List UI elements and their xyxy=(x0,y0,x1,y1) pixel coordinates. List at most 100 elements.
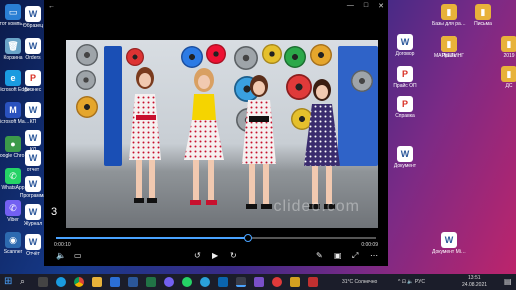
saw-disc xyxy=(351,70,373,92)
system-tray[interactable]: ^ ⊡ 🔈 РУС xyxy=(398,279,425,290)
word-doc-icon-4: W xyxy=(25,130,41,146)
viber-taskbar-icon[interactable] xyxy=(164,277,174,287)
word-doc-icon-2: W xyxy=(25,38,41,54)
whatsapp-taskbar-icon[interactable] xyxy=(182,277,192,287)
word-doc-icon-9: W xyxy=(397,34,413,50)
desktop-shortcut-label: Договор xyxy=(395,51,415,57)
minimize-button[interactable]: — xyxy=(347,2,354,10)
desktop-shortcut-label: Прайс ОП xyxy=(393,83,417,89)
word-taskbar-icon[interactable] xyxy=(128,277,138,287)
saw-disc xyxy=(262,44,282,64)
title-bar: ← — □ ✕ xyxy=(44,0,388,12)
desktop-shortcut[interactable]: ▮ ДС xyxy=(492,66,516,89)
folder-icon-4: ▮ xyxy=(501,36,516,52)
word-doc-icon-7: W xyxy=(25,204,41,220)
desktop-shortcut-label: 2019 xyxy=(503,53,515,59)
notifications-icon[interactable]: ▤ xyxy=(504,277,512,286)
desktop-middle-column: WОбразецWOrdersPБизнесWКПWКЛWотчетWПрогр… xyxy=(20,0,46,274)
desktop-shortcut-label: Документ Microsoft Word xyxy=(432,249,466,255)
pdf-icon-4: P xyxy=(397,96,413,112)
search-icon[interactable]: ⌕ xyxy=(20,276,25,287)
desktop-shortcut[interactable]: WДокумент Microsoft Word xyxy=(432,232,466,255)
forward-icon[interactable]: ↻ xyxy=(230,251,237,260)
pdf-icon-3: P xyxy=(397,66,413,82)
wall-panel-blue xyxy=(104,46,122,166)
desktop-shortcut[interactable]: W Документ xyxy=(388,146,422,169)
word-doc-icon-1: W xyxy=(25,6,41,22)
yandex-taskbar-icon[interactable] xyxy=(272,277,282,287)
maximize-button[interactable]: □ xyxy=(364,2,368,10)
video-frame[interactable]: clideo.com xyxy=(66,40,378,228)
dancer-figure-1 xyxy=(129,67,161,203)
current-time: 0:00:10 xyxy=(54,242,71,248)
folder-icon-1: ▮ xyxy=(441,4,457,20)
desktop-shortcut[interactable]: ▮ Письма xyxy=(466,4,500,27)
word-doc-icon-3: W xyxy=(25,102,41,118)
saw-disc xyxy=(206,44,226,64)
folder-icon-2: ▮ xyxy=(475,4,491,20)
desktop-shortcut-label: Справка xyxy=(395,113,415,119)
video-watermark: clideo.com xyxy=(273,198,360,215)
folder-icon-5: ▮ xyxy=(501,66,516,82)
desktop-shortcut-label: Базы для рассылки xyxy=(432,21,466,27)
word-doc-icon-5: W xyxy=(25,150,41,166)
chrome-taskbar-icon[interactable] xyxy=(74,277,84,287)
pdf-icon-1: P xyxy=(25,70,41,86)
seek-bar-thumb[interactable] xyxy=(244,234,252,242)
explorer-taskbar-icon[interactable] xyxy=(92,277,102,287)
app2-taskbar-icon[interactable] xyxy=(308,277,318,287)
playback-controls: 🔈 ▭ ↺ ▶ ↻ ✎ ▣ ⤢ ⋯ xyxy=(44,251,388,263)
photos-taskbar-icon[interactable] xyxy=(254,277,264,287)
seek-bar[interactable] xyxy=(56,234,376,242)
word-doc-icon-10: W xyxy=(397,146,413,162)
desktop-right-column: ▮Базы для рассылки▮ПисьмаPПрайс▮МАРКЕТИН… xyxy=(388,0,516,274)
app-taskbar-icon[interactable] xyxy=(290,277,300,287)
miniview-icon[interactable]: ▣ xyxy=(334,251,342,260)
saw-disc xyxy=(234,46,258,70)
desktop-shortcut-label: Документ xyxy=(393,163,417,169)
total-time: 0:00:09 xyxy=(361,242,378,248)
captions-icon[interactable]: ▭ xyxy=(74,251,82,260)
fullscreen-icon[interactable]: ⤢ xyxy=(352,251,358,261)
telegram-taskbar-icon[interactable] xyxy=(200,277,210,287)
word-doc-icon-11: W xyxy=(441,232,457,248)
word-doc-icon-6: W xyxy=(25,176,41,192)
taskbar: ⊞ ⌕ 31°C Солнечно ^ ⊡ 🔈 РУС 13:51 24.08.… xyxy=(0,274,516,290)
folder-icon-3: ▮ xyxy=(441,36,457,52)
desktop-shortcut[interactable]: ▮ МАРКЕТИНГ xyxy=(432,36,466,59)
dancer-figure-3 xyxy=(242,75,276,209)
word-doc-icon-8: W xyxy=(25,234,41,250)
weather-widget[interactable]: 31°C Солнечно xyxy=(342,279,377,290)
overlay-number: 3 xyxy=(51,206,58,218)
desktop-shortcut[interactable]: ▮Базы для рассылки xyxy=(432,4,466,27)
close-button[interactable]: ✕ xyxy=(378,2,384,10)
task-view-icon[interactable] xyxy=(38,277,48,287)
window-controls: — □ ✕ xyxy=(347,2,384,10)
store-taskbar-icon[interactable] xyxy=(110,277,120,287)
desktop-shortcut[interactable]: ▮ 2019 xyxy=(492,36,516,59)
more-options-icon[interactable]: ⋯ xyxy=(370,251,378,260)
desktop-shortcut[interactable]: P Прайс ОП xyxy=(388,66,422,89)
dancer-figure-4 xyxy=(304,79,340,209)
start-button[interactable]: ⊞ xyxy=(4,276,12,287)
desktop-shortcut-label: ДС xyxy=(505,83,513,89)
play-button[interactable]: ▶ xyxy=(212,251,218,260)
media-player-window[interactable]: ← — □ ✕ clideo.com 3 0:00:10 0:00:09 🔈 ▭… xyxy=(44,0,388,266)
desktop-shortcut-label: Письма xyxy=(474,21,492,27)
back-arrow-icon[interactable]: ← xyxy=(48,3,55,10)
saw-disc xyxy=(76,96,98,118)
saw-disc xyxy=(76,44,98,66)
desktop-shortcut[interactable]: P Справка xyxy=(388,96,422,119)
edit-icon[interactable]: ✎ xyxy=(316,251,323,260)
rewind-icon[interactable]: ↺ xyxy=(194,251,201,260)
saw-disc xyxy=(76,70,96,90)
desktop-shortcut[interactable]: W Договор xyxy=(388,34,422,57)
media-taskbar-icon[interactable] xyxy=(236,277,246,287)
excel-taskbar-icon[interactable] xyxy=(146,277,156,287)
outlook-taskbar-icon[interactable] xyxy=(218,277,228,287)
edge-taskbar-icon[interactable] xyxy=(56,277,66,287)
clock-date[interactable]: 24.08.2021 xyxy=(462,282,487,290)
seek-bar-progress xyxy=(56,237,248,239)
dancer-figure-2 xyxy=(184,68,224,205)
volume-icon[interactable]: 🔈 xyxy=(56,251,66,260)
